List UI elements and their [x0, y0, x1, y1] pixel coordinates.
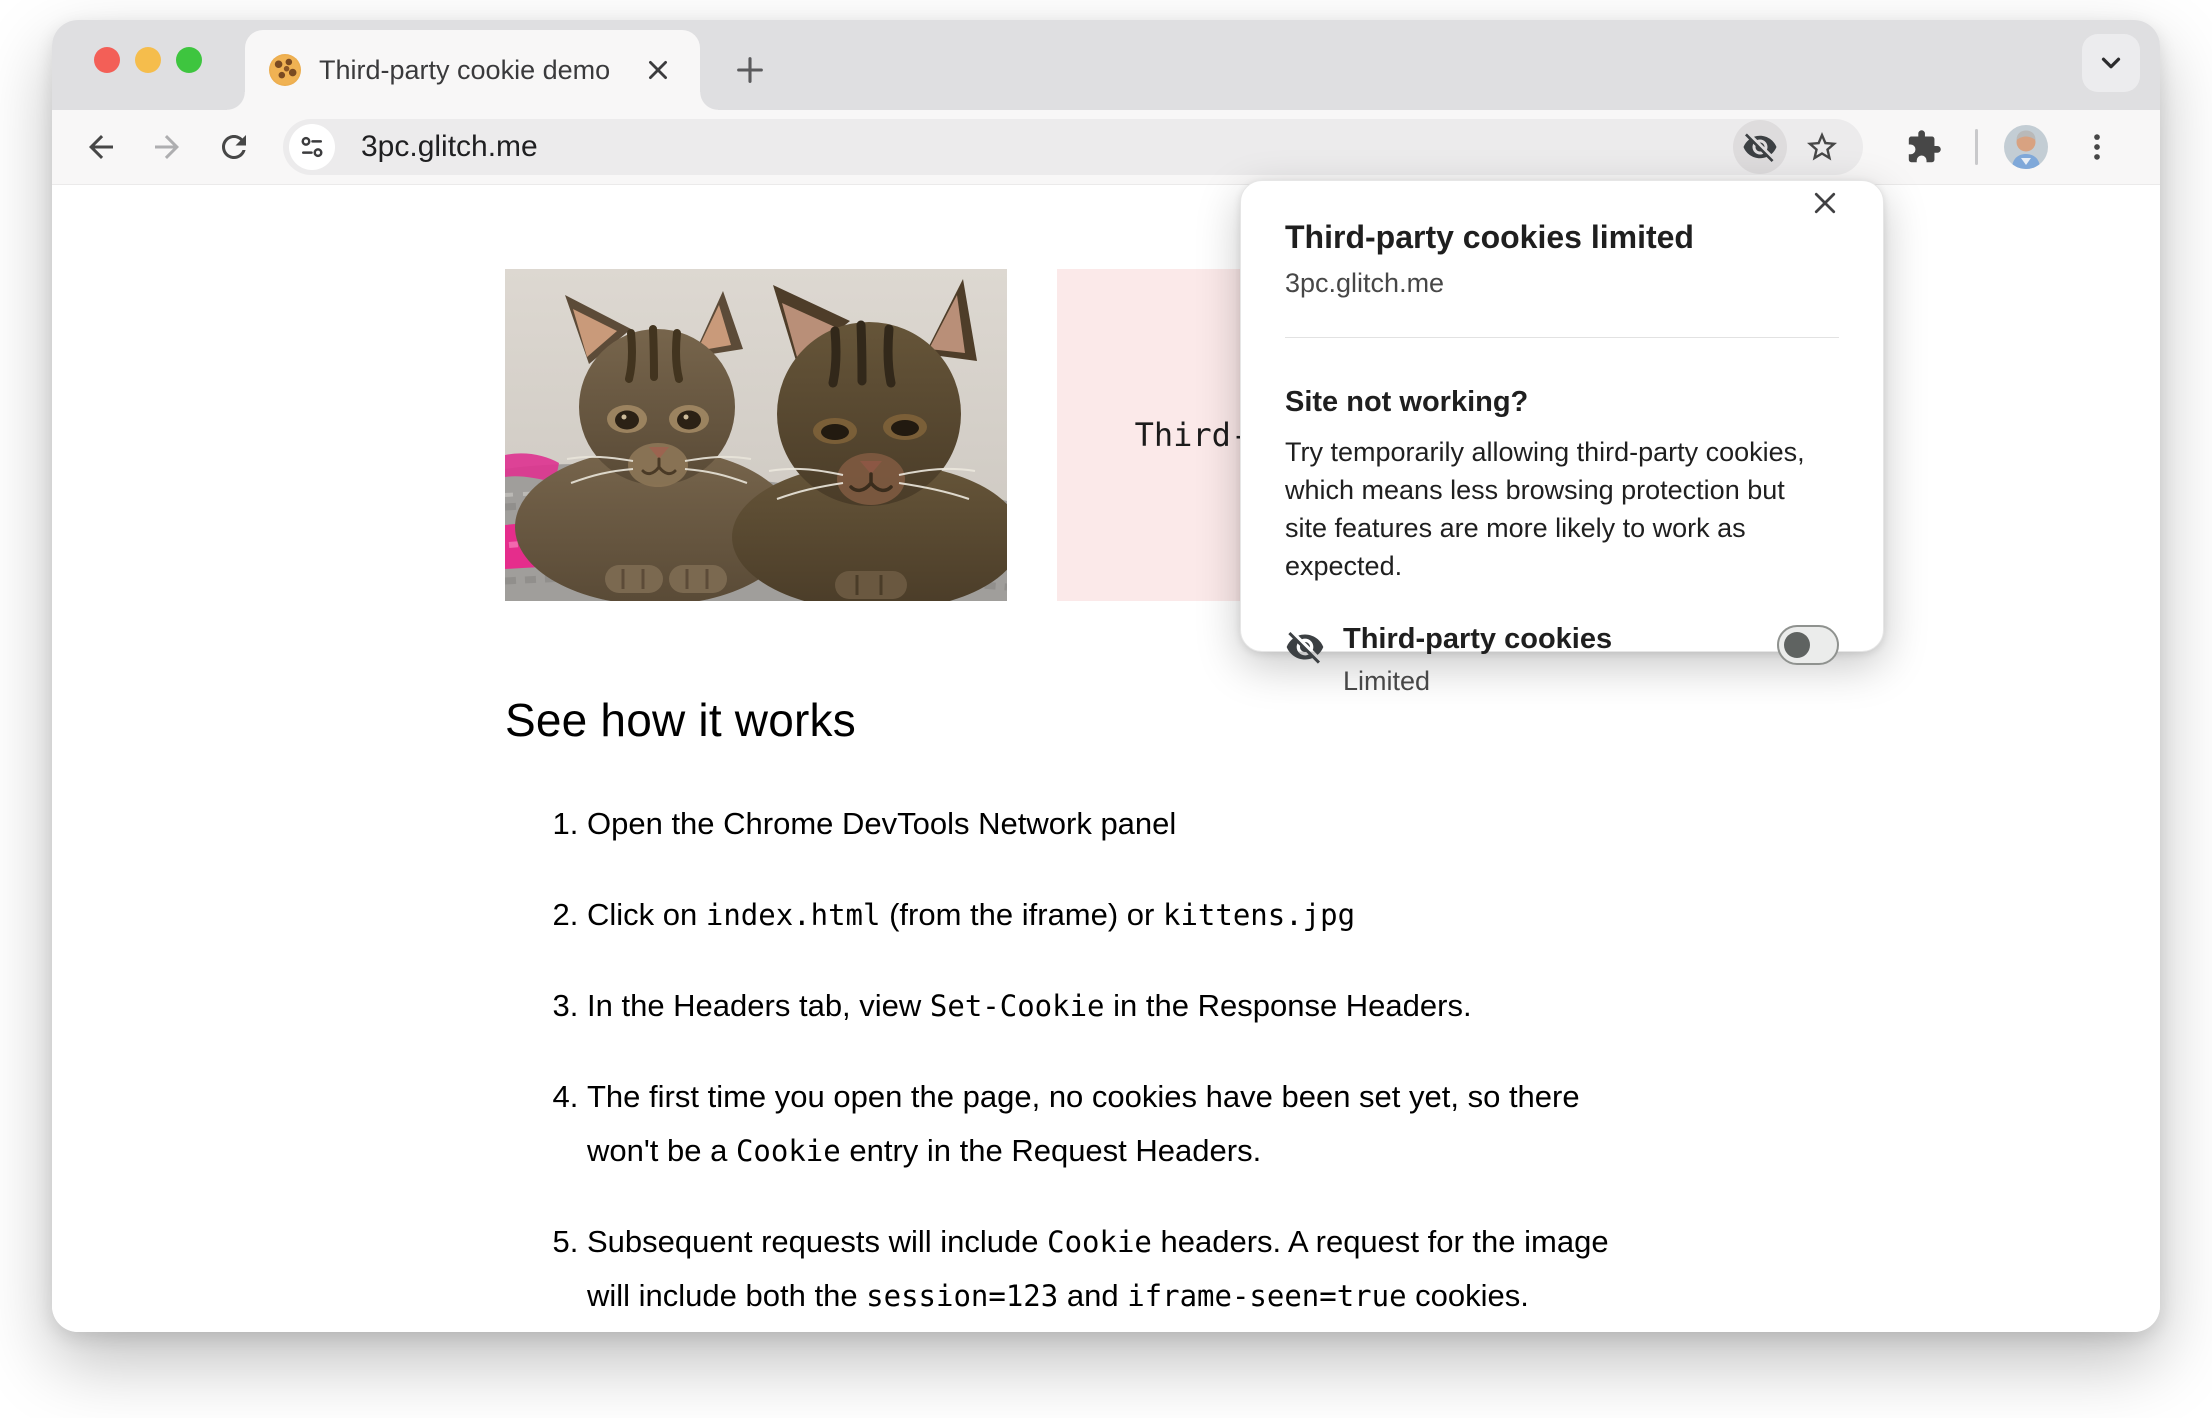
bookmark-button[interactable] — [1795, 120, 1849, 174]
list-item: Click on index.html (from the iframe) or… — [587, 888, 1610, 942]
toggle-knob — [1784, 632, 1810, 658]
step-text: in the Response Headers. — [1104, 988, 1472, 1023]
popup-body-text: Try temporarily allowing third-party coo… — [1285, 437, 1805, 581]
new-tab-button[interactable] — [728, 48, 772, 92]
menu-kebab-icon — [2094, 134, 2100, 160]
avatar-photo — [2003, 125, 2048, 169]
close-window-button[interactable] — [94, 47, 120, 73]
reload-icon — [221, 135, 246, 159]
step-text: entry in the Request Headers. — [840, 1133, 1262, 1168]
step-text: and — [1058, 1278, 1128, 1313]
cookie-setting-label: Third-party cookies — [1343, 623, 1613, 655]
step-text: Open the Chrome DevTools Network panel — [587, 806, 1177, 841]
inline-code: session=123 — [866, 1279, 1059, 1313]
cookie-favicon-icon — [269, 54, 301, 86]
popup-section: Site not working? Try temporarily allowi… — [1285, 338, 1839, 697]
page-heading: See how it works — [505, 694, 856, 746]
eye-off-icon — [1743, 133, 1777, 162]
inline-code: iframe-seen=true — [1127, 1279, 1407, 1313]
popup-site: 3pc.glitch.me — [1285, 268, 1445, 298]
step-text: Subsequent requests will include — [587, 1224, 1048, 1259]
tab-search-button[interactable] — [2082, 34, 2140, 92]
inline-code: index.html — [705, 898, 881, 932]
back-button[interactable] — [78, 121, 124, 173]
close-icon — [649, 61, 667, 79]
list-item: Subsequent requests will include Cookie … — [587, 1215, 1610, 1332]
profile-avatar[interactable] — [2003, 125, 2048, 169]
third-party-cookies-toggle[interactable] — [1777, 625, 1839, 665]
menu-button[interactable] — [2070, 120, 2124, 174]
plus-icon — [737, 57, 763, 83]
back-icon — [89, 135, 114, 159]
site-settings-button[interactable] — [288, 124, 335, 170]
tab-strip: Third-party cookie demo — [52, 20, 2160, 110]
site-settings-icon — [301, 136, 323, 158]
third-party-cookies-button[interactable] — [1732, 120, 1787, 174]
popup-close-button[interactable] — [1801, 179, 1849, 227]
list-item: Open the Chrome DevTools Network panel — [587, 797, 1610, 851]
zoom-window-button[interactable] — [176, 47, 202, 73]
forward-icon — [155, 135, 180, 159]
popup-title: Third-party cookies limited — [1285, 219, 1694, 255]
cookie-setting-state: Limited — [1343, 666, 1431, 696]
toolbar-separator — [1974, 129, 1978, 165]
third-party-cookies-popup: Third-party cookies limited 3pc.glitch.m… — [1240, 180, 1884, 696]
tab-close-button[interactable] — [640, 52, 676, 88]
cookie-setting-text: Third-party cookies Limited — [1343, 623, 1777, 697]
browser-window: Third-party cookie demo 3pc.glitch.me Se… — [52, 20, 2160, 1332]
step-text: Click on — [587, 897, 706, 932]
step-text: In the Headers tab, view — [587, 988, 930, 1023]
forward-button[interactable] — [144, 121, 190, 173]
inline-code: kittens.jpg — [1162, 898, 1356, 932]
list-item: The first time you open the page, no coo… — [587, 1070, 1610, 1178]
eye-off-icon — [1285, 623, 1343, 667]
url-text[interactable]: 3pc.glitch.me — [361, 130, 1725, 164]
step-text: (from the iframe) or — [880, 897, 1163, 932]
minimize-window-button[interactable] — [135, 47, 161, 73]
extensions-icon — [1907, 128, 1943, 164]
popup-header: Third-party cookies limited 3pc.glitch.m… — [1285, 181, 1839, 338]
inline-code: Cookie — [735, 1134, 841, 1168]
toolbar-right — [1887, 120, 2134, 174]
cookie-setting-row: Third-party cookies Limited — [1285, 623, 1839, 697]
bookmark-star-icon — [1806, 132, 1837, 161]
toolbar: 3pc.glitch.me — [52, 110, 2160, 185]
window-controls — [94, 47, 202, 73]
close-icon — [1814, 192, 1836, 214]
active-tab[interactable]: Third-party cookie demo — [227, 30, 718, 110]
inline-code: Cookie — [1047, 1225, 1152, 1259]
kittens-photo — [505, 269, 1007, 601]
tab-title: Third-party cookie demo — [319, 54, 611, 85]
chevron-down-icon — [2101, 57, 2121, 69]
address-bar[interactable]: 3pc.glitch.me — [282, 119, 1863, 175]
popup-section-title: Site not working? — [1285, 386, 1529, 418]
extensions-button[interactable] — [1897, 120, 1951, 174]
reload-button[interactable] — [211, 121, 257, 173]
inline-code: Set-Cookie — [929, 989, 1105, 1023]
list-item: In the Headers tab, view Set-Cookie in t… — [587, 979, 1610, 1033]
how-it-works-list: Open the Chrome DevTools Network panel Cl… — [505, 797, 1610, 1332]
